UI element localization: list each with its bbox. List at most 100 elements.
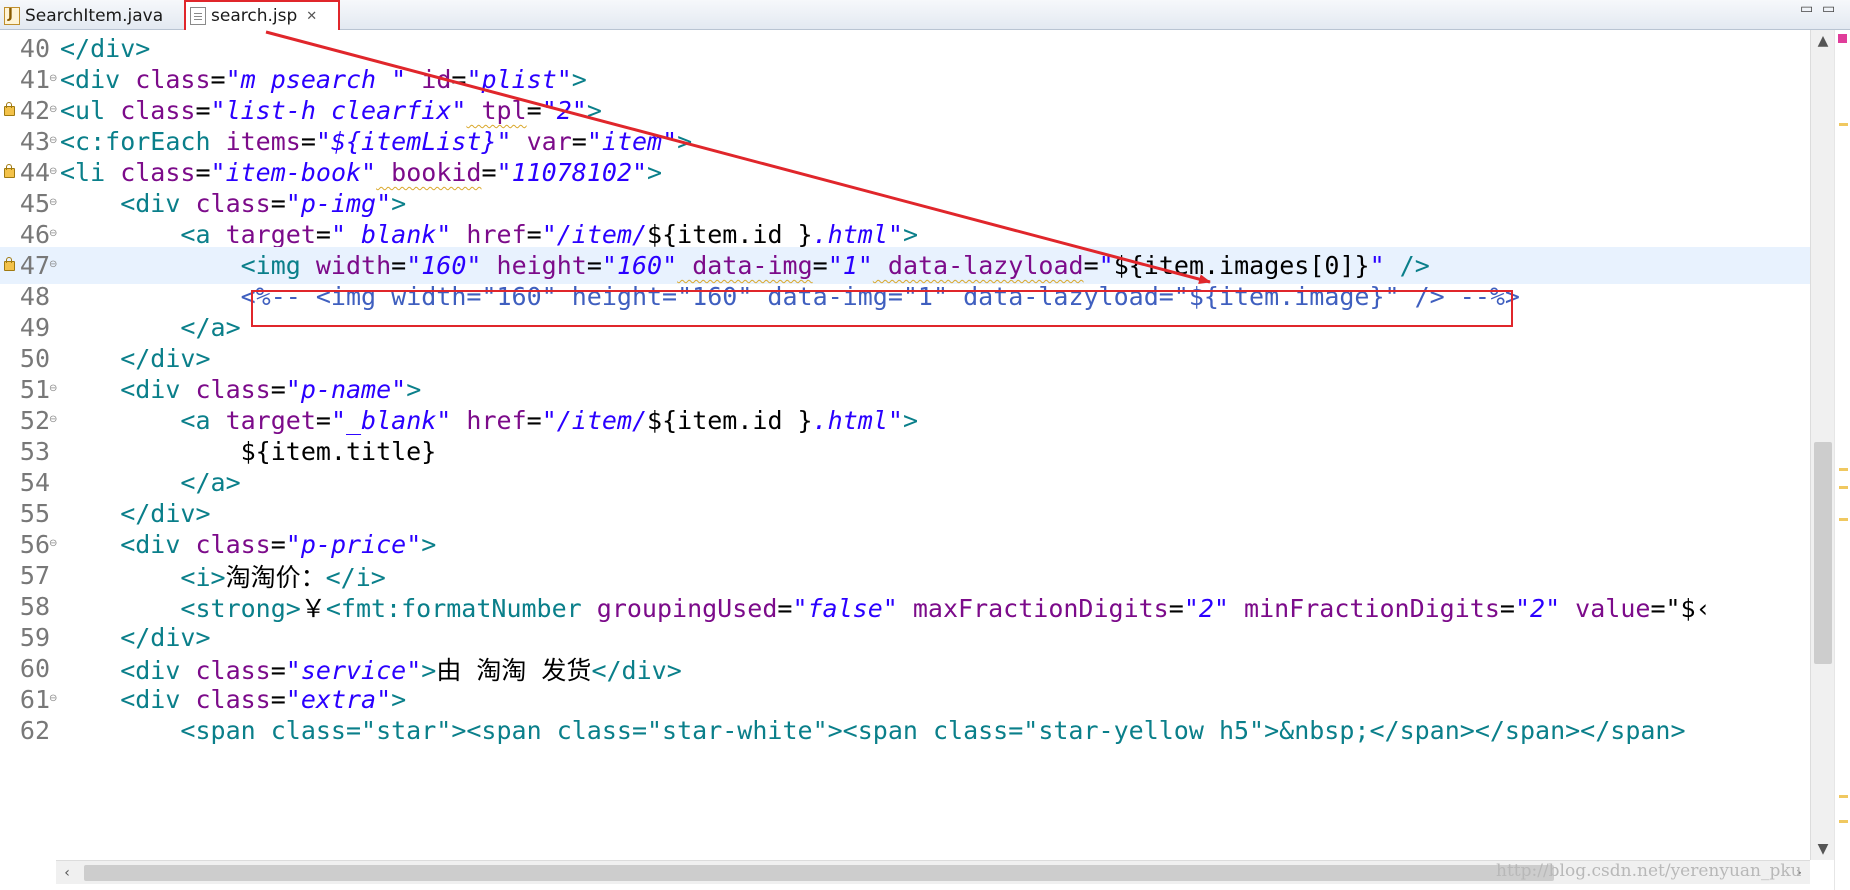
warning-marker[interactable] [1839, 518, 1848, 521]
code-line[interactable]: 62 <span class="star"><span class="star-… [0, 712, 1810, 749]
warning-icon [3, 164, 15, 178]
code-token: > [647, 158, 663, 187]
code-token: class [180, 375, 271, 404]
code-token: "_blank" [330, 406, 452, 435]
code-token: = [391, 251, 407, 280]
fold-toggle-icon[interactable]: ⊖ [49, 383, 57, 394]
code-editor[interactable]: 40 </div> 41 ⊖ <div class="m psearch " i… [0, 30, 1810, 860]
code-token: "/item/ [541, 406, 648, 435]
code-text: </div> [60, 34, 150, 63]
code-token: = [526, 406, 542, 435]
line-number: 57 [19, 561, 50, 590]
watermark: http://blog.csdn.net/yerenyuan_pku [1496, 861, 1802, 881]
fold-toggle-icon[interactable]: ⊖ [49, 73, 57, 84]
code-text: <img width="160" height="160" data-img="… [60, 251, 1430, 280]
warning-marker[interactable] [1839, 820, 1848, 823]
code-token: = [526, 96, 542, 125]
warning-icon [3, 102, 15, 116]
line-number: 43 [19, 127, 50, 156]
line-number: 56 [19, 530, 50, 559]
code-token: > [902, 406, 918, 435]
jsp-file-icon [190, 7, 206, 25]
code-token: <div [60, 530, 181, 559]
vertical-scrollbar[interactable]: ▲ ▼ [1810, 30, 1834, 860]
fold-toggle-icon[interactable]: ⊖ [49, 693, 57, 704]
code-token: " [1369, 251, 1385, 280]
scroll-left-icon[interactable]: ‹ [56, 861, 78, 885]
code-token: </a> [60, 468, 241, 497]
code-token: <div [60, 685, 181, 714]
code-token: "extra" [285, 685, 392, 714]
code-token: class [180, 530, 271, 559]
fold-toggle-icon[interactable]: ⊖ [49, 414, 57, 425]
code-token: <img [60, 251, 301, 280]
java-file-icon [4, 6, 20, 25]
line-number: 45 [19, 189, 50, 218]
code-token: > [571, 65, 587, 94]
fold-toggle-icon[interactable]: ⊖ [49, 166, 57, 177]
fold-toggle-icon[interactable]: ⊖ [49, 197, 57, 208]
line-number: 42 [19, 96, 50, 125]
code-token: ${item.id } [647, 406, 813, 435]
code-token: width [300, 251, 392, 280]
code-token: <div [60, 65, 121, 94]
scroll-up-icon[interactable]: ▲ [1811, 30, 1835, 52]
line-number: 41 [19, 65, 50, 94]
code-token: > [421, 530, 437, 559]
line-number: 46 [19, 220, 50, 249]
line-number: 51 [19, 375, 50, 404]
line-number: 48 [19, 282, 50, 311]
code-token: = [195, 96, 211, 125]
fold-toggle-icon[interactable]: ⊖ [49, 538, 57, 549]
code-token: "item" [586, 127, 678, 156]
code-token: > [391, 685, 407, 714]
scroll-down-icon[interactable]: ▼ [1811, 838, 1835, 860]
code-token: "160" [601, 251, 678, 280]
warning-marker[interactable] [1839, 123, 1848, 126]
code-token: class [180, 189, 271, 218]
overview-ruler[interactable] [1834, 30, 1850, 890]
warning-marker[interactable] [1839, 795, 1848, 798]
warning-marker[interactable] [1839, 486, 1848, 489]
code-token: items [210, 127, 301, 156]
code-text: <a target="_blank" href="/item/${item.id… [60, 220, 918, 249]
fold-toggle-icon[interactable]: ⊖ [49, 104, 57, 115]
code-text: <c:forEach items="${itemList}" var="item… [60, 127, 692, 156]
code-token: .html" [812, 406, 903, 435]
code-token: > [586, 96, 602, 125]
horizontal-scroll-thumb[interactable] [84, 865, 1554, 881]
code-token: id [406, 65, 452, 94]
line-number: 58 [19, 592, 50, 621]
code-token: = [812, 251, 828, 280]
tab-label: SearchItem.java [25, 5, 164, 26]
code-token: "item-book" [210, 158, 377, 187]
code-token: = [195, 158, 211, 187]
warning-marker[interactable] [1839, 468, 1848, 471]
code-token: = [451, 65, 467, 94]
code-token: "_blank" [330, 220, 452, 249]
tab-search-jsp[interactable]: search.jsp ✕ [184, 0, 340, 30]
code-text: </div> [60, 344, 211, 373]
code-token: <a [60, 406, 211, 435]
code-token: class [105, 158, 196, 187]
tab-label: search.jsp [211, 6, 298, 26]
code-token: "2" [541, 96, 587, 125]
close-icon[interactable]: ✕ [306, 9, 317, 24]
code-token: target [210, 406, 316, 435]
tab-searchitem-java[interactable]: SearchItem.java [0, 2, 182, 29]
code-token: class [120, 65, 211, 94]
code-token: data-lazyload [872, 251, 1084, 280]
fold-toggle-icon[interactable]: ⊖ [49, 259, 57, 270]
code-token: </div> [60, 623, 211, 652]
line-number: 53 [19, 437, 50, 466]
minimize-icon[interactable]: ▭ [1800, 1, 1813, 17]
code-token: > [902, 220, 918, 249]
fold-toggle-icon[interactable]: ⊖ [49, 135, 57, 146]
code-text: <div class="extra"> [60, 685, 406, 714]
fold-toggle-icon[interactable]: ⊖ [49, 228, 57, 239]
maximize-icon[interactable]: ▭ [1822, 1, 1835, 17]
code-token: </div> [60, 344, 211, 373]
vertical-scroll-thumb[interactable] [1814, 442, 1832, 664]
code-token: "11078102" [496, 158, 648, 187]
